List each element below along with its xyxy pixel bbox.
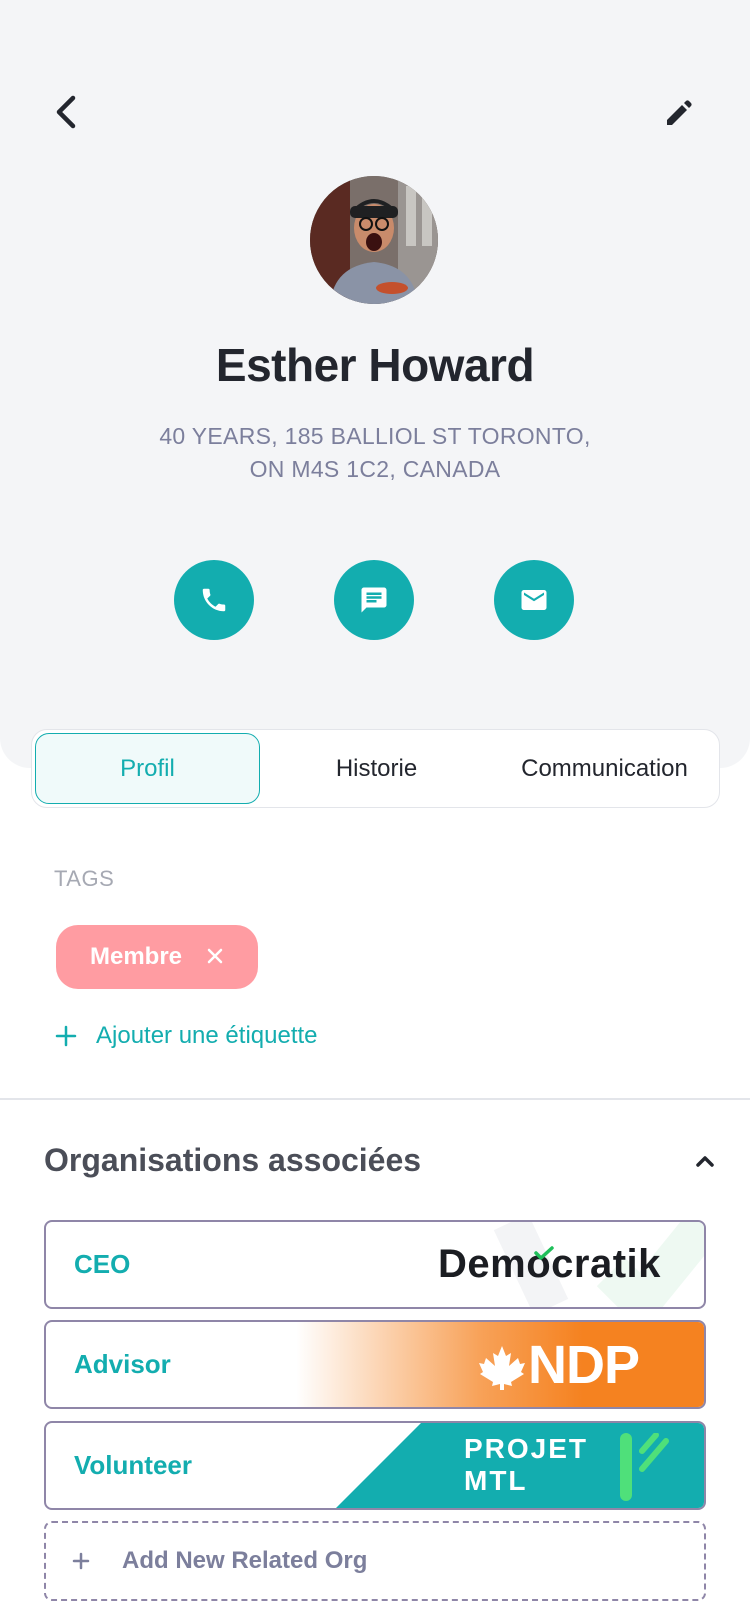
org-role: CEO [74, 1249, 131, 1279]
address-line-1: 40 YEARS, 185 BALLIOL ST TORONTO, [159, 423, 591, 449]
chevron-up-icon [696, 1156, 714, 1167]
org-role: Volunteer [74, 1450, 192, 1480]
plus-icon [54, 1024, 78, 1048]
orgs-section-title: Organisations associées [44, 1142, 422, 1178]
add-related-org-label: Add New Related Org [122, 1547, 368, 1574]
mail-icon [521, 590, 547, 610]
chevron-left-icon [56, 95, 76, 129]
pencil-icon [667, 100, 692, 125]
add-related-org-button[interactable]: Add New Related Org [44, 1521, 706, 1601]
avatar [310, 176, 438, 304]
projet-mtl-mark-icon [620, 1433, 669, 1501]
contact-address: 40 YEARS, 185 BALLIOL ST TORONTO, ON M4S… [100, 420, 650, 486]
tag-chip: Membre [56, 925, 258, 989]
section-divider [0, 1098, 750, 1100]
message-button[interactable] [334, 560, 414, 640]
add-tag-button[interactable]: Ajouter une étiquette [54, 1022, 318, 1050]
org-role: Advisor [74, 1349, 171, 1379]
maple-leaf-icon [479, 1346, 525, 1390]
org-card-projet-mtl[interactable]: Volunteer PROJET MTL [44, 1421, 706, 1510]
projet-mtl-logo-text: PROJET MTL [464, 1433, 588, 1497]
democratik-logo: Democratik [438, 1236, 661, 1292]
add-tag-label: Ajouter une étiquette [96, 1022, 318, 1049]
tab-historie[interactable]: Historie [264, 733, 489, 804]
contact-name: Esther Howard [215, 339, 535, 391]
call-button[interactable] [174, 560, 254, 640]
org-card-democratik[interactable]: CEO Democratik [44, 1220, 706, 1309]
message-icon [361, 587, 387, 613]
profile-tabs: Profil Historie Communication [31, 729, 720, 808]
checkmark-icon [534, 1246, 554, 1260]
back-button[interactable] [46, 92, 86, 132]
email-button[interactable] [494, 560, 574, 640]
projet-mtl-line2: MTL [464, 1465, 528, 1496]
close-icon [207, 948, 223, 964]
tags-section-label: TAGS [54, 866, 115, 891]
tag-chip-label: Membre [90, 943, 183, 970]
org-card-ndp[interactable]: Advisor NDP [44, 1320, 706, 1409]
collapse-section-button[interactable] [690, 1146, 720, 1176]
tab-communication[interactable]: Communication [492, 733, 717, 804]
projet-mtl-line1: PROJET [464, 1433, 589, 1464]
plus-icon [70, 1550, 92, 1572]
remove-tag-button[interactable] [202, 943, 228, 969]
address-line-2: ON M4S 1C2, CANADA [249, 456, 501, 482]
phone-icon [202, 588, 226, 612]
edit-button[interactable] [660, 96, 696, 132]
tab-profil[interactable]: Profil [35, 733, 260, 804]
ndp-logo-text: NDP [528, 1335, 640, 1395]
avatar-photo [310, 176, 438, 304]
